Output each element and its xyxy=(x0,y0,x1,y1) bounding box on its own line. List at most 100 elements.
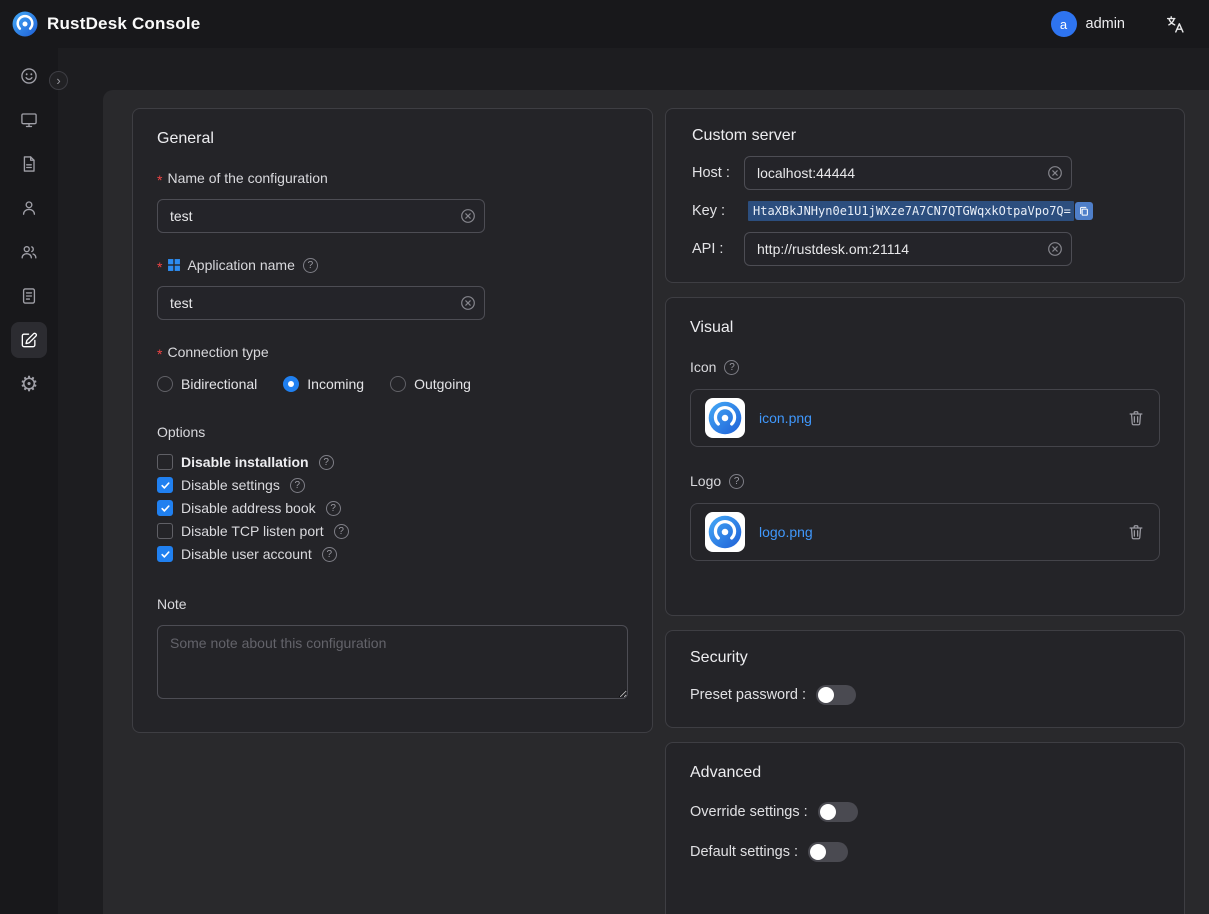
required-marker: * xyxy=(157,259,162,275)
key-value[interactable]: HtaXBkJNHyn0e1U1jWXze7A7CN7QTGWqxkOtpaVp… xyxy=(748,201,1074,221)
checkbox[interactable] xyxy=(157,477,173,493)
clear-input-icon[interactable] xyxy=(460,208,476,224)
copy-key-button[interactable] xyxy=(1075,202,1093,220)
sidebar-item-devices[interactable] xyxy=(11,102,47,138)
clear-input-icon[interactable] xyxy=(1047,241,1063,257)
override-settings-toggle[interactable] xyxy=(818,802,858,822)
radio-bidirectional[interactable]: Bidirectional xyxy=(157,376,257,392)
key-value-wrap: HtaXBkJNHyn0e1U1jWXze7A7CN7QTGWqxkOtpaVp… xyxy=(748,201,1093,221)
checkbox[interactable] xyxy=(157,454,173,470)
rustdesk-logo-image xyxy=(708,401,742,435)
radio-button[interactable] xyxy=(390,376,406,392)
radio-label: Bidirectional xyxy=(181,376,257,392)
icon-file-box: icon.png xyxy=(690,389,1160,447)
rustdesk-logo-icon xyxy=(12,11,38,37)
application-name-label-text: Application name xyxy=(187,257,294,273)
option-disable-tcp-listen-port[interactable]: Disable TCP listen port ? xyxy=(157,523,628,539)
configuration-name-input-wrap xyxy=(157,199,485,233)
advanced-card: Advanced Override settings : Default set… xyxy=(665,742,1185,914)
windows-icon xyxy=(167,258,181,272)
clear-input-icon[interactable] xyxy=(1047,165,1063,181)
default-settings-toggle[interactable] xyxy=(808,842,848,862)
sidebar-expand-button[interactable]: › xyxy=(49,71,68,90)
help-icon[interactable]: ? xyxy=(319,455,334,470)
user-name[interactable]: admin xyxy=(1086,16,1126,32)
visual-card: Visual Icon ? icon.png Logo xyxy=(665,297,1185,616)
help-icon[interactable]: ? xyxy=(290,478,305,493)
checkbox[interactable] xyxy=(157,546,173,562)
security-card: Security Preset password : xyxy=(665,630,1185,728)
logo-preview-image xyxy=(705,512,745,552)
api-label: API : xyxy=(692,241,744,257)
host-input-wrap xyxy=(744,156,1072,190)
app-title: RustDesk Console xyxy=(47,14,200,34)
note-label: Note xyxy=(157,596,628,612)
check-icon xyxy=(160,549,171,560)
smiley-icon xyxy=(19,66,39,86)
general-card-title: General xyxy=(157,130,628,148)
check-icon xyxy=(160,503,171,514)
sidebar-item-groups[interactable] xyxy=(11,234,47,270)
help-icon[interactable]: ? xyxy=(724,360,739,375)
key-label: Key : xyxy=(692,203,744,219)
sidebar: ⚙ xyxy=(0,48,58,914)
option-disable-settings[interactable]: Disable settings ? xyxy=(157,477,628,493)
help-icon[interactable]: ? xyxy=(303,258,318,273)
avatar[interactable]: a xyxy=(1051,11,1077,37)
help-icon[interactable]: ? xyxy=(322,547,337,562)
default-settings-row: Default settings : xyxy=(690,842,1160,862)
configuration-name-label-text: Name of the configuration xyxy=(167,170,327,186)
api-input-wrap xyxy=(744,232,1072,266)
icon-label-text: Icon xyxy=(690,359,716,375)
language-switch-button[interactable] xyxy=(1163,12,1187,36)
radio-button[interactable] xyxy=(283,376,299,392)
option-disable-address-book[interactable]: Disable address book ? xyxy=(157,500,628,516)
sidebar-item-logs[interactable] xyxy=(11,278,47,314)
delete-icon[interactable] xyxy=(1127,523,1145,541)
monitor-icon xyxy=(19,110,39,130)
help-icon[interactable]: ? xyxy=(334,524,349,539)
radio-label: Incoming xyxy=(307,376,364,392)
sidebar-item-user[interactable] xyxy=(11,190,47,226)
api-input[interactable] xyxy=(744,232,1072,266)
option-disable-user-account[interactable]: Disable user account ? xyxy=(157,546,628,562)
option-label: Disable settings xyxy=(181,477,280,493)
host-row: Host : xyxy=(692,156,1158,190)
help-icon[interactable]: ? xyxy=(729,474,744,489)
checkbox[interactable] xyxy=(157,523,173,539)
preset-password-toggle[interactable] xyxy=(816,685,856,705)
advanced-card-title: Advanced xyxy=(690,764,1160,782)
checkbox[interactable] xyxy=(157,500,173,516)
radio-incoming[interactable]: Incoming xyxy=(283,376,364,392)
application-name-label: * Application name ? xyxy=(157,257,628,273)
logo-file-link[interactable]: logo.png xyxy=(759,524,813,540)
radio-outgoing[interactable]: Outgoing xyxy=(390,376,471,392)
key-row: Key : HtaXBkJNHyn0e1U1jWXze7A7CN7QTGWqxk… xyxy=(692,201,1158,221)
option-disable-installation[interactable]: Disable installation ? xyxy=(157,454,628,470)
sidebar-item-configurations[interactable] xyxy=(11,322,47,358)
configuration-name-label: * Name of the configuration xyxy=(157,170,628,186)
note-textarea[interactable] xyxy=(157,625,628,699)
sidebar-item-documents[interactable] xyxy=(11,146,47,182)
radio-button[interactable] xyxy=(157,376,173,392)
default-settings-label: Default settings : xyxy=(690,844,798,860)
application-name-input[interactable] xyxy=(157,286,485,320)
clear-input-icon[interactable] xyxy=(460,295,476,311)
logo-label-text: Logo xyxy=(690,473,721,489)
top-bar: RustDesk Console a admin xyxy=(0,0,1209,48)
icon-file-link[interactable]: icon.png xyxy=(759,410,812,426)
sidebar-item-overview[interactable] xyxy=(11,58,47,94)
translate-icon xyxy=(1165,14,1186,35)
application-name-input-wrap xyxy=(157,286,485,320)
preset-password-row: Preset password : xyxy=(690,685,1160,705)
configuration-name-input[interactable] xyxy=(157,199,485,233)
options-checkbox-list: Disable installation ? Disable settings … xyxy=(157,454,628,562)
chevron-right-icon: › xyxy=(56,73,60,88)
option-label: Disable TCP listen port xyxy=(181,523,324,539)
delete-icon[interactable] xyxy=(1127,409,1145,427)
host-input[interactable] xyxy=(744,156,1072,190)
sidebar-item-settings[interactable]: ⚙ xyxy=(11,366,47,402)
help-icon[interactable]: ? xyxy=(326,501,341,516)
right-column: Custom server Host : Key : HtaXBkJNHyn0e… xyxy=(665,108,1185,914)
general-card: General * Name of the configuration * Ap… xyxy=(132,108,653,733)
